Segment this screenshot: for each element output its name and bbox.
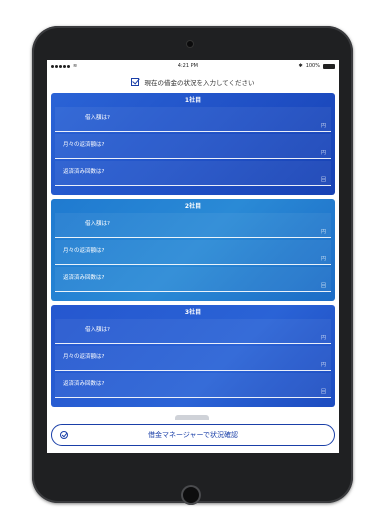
- payments-made-field[interactable]: 返済済み回数は? 回: [55, 373, 331, 398]
- field-unit: 円: [320, 335, 326, 341]
- company-card-3: 3社目 借入額は? 円 月々の返済額は? 円 返済済み回数は? 回: [51, 305, 335, 407]
- screen: ≋ 4:21 PM ✱ 100% 現在の借金の状況を入力してください 1社目 借…: [47, 60, 339, 453]
- signal-area: ≋: [51, 63, 77, 69]
- payments-made-field[interactable]: 返済済み回数は? 回: [55, 267, 331, 292]
- page-title: 現在の借金の状況を入力してください: [144, 79, 255, 87]
- field-label: 返済済み回数は?: [63, 169, 105, 175]
- field-unit: 円: [320, 123, 326, 129]
- card-title: 2社目: [184, 203, 202, 210]
- drawer-handle[interactable]: [175, 415, 209, 420]
- check-circle-icon: [60, 431, 68, 439]
- status-time: 4:21 PM: [177, 63, 198, 69]
- field-label: 借入額は?: [85, 327, 110, 333]
- field-label: 月々の返済額は?: [63, 142, 105, 148]
- loan-amount-field[interactable]: 借入額は? 円: [55, 319, 331, 344]
- monthly-payment-field[interactable]: 月々の返済額は? 円: [55, 240, 331, 265]
- card-title: 3社目: [184, 309, 202, 316]
- field-unit: 円: [320, 229, 326, 235]
- check-status-label: 借金マネージャーで状況確認: [147, 431, 239, 439]
- loan-amount-field[interactable]: 借入額は? 円: [55, 213, 331, 238]
- page-header: 現在の借金の状況を入力してください: [47, 72, 339, 92]
- loan-amount-field[interactable]: 借入額は? 円: [55, 107, 331, 132]
- field-unit: 円: [320, 256, 326, 262]
- camera: [187, 41, 193, 47]
- company-card-1: 1社目 借入額は? 円 月々の返済額は? 円 返済済み回数は? 回: [51, 93, 335, 195]
- status-bar: ≋ 4:21 PM ✱ 100%: [47, 60, 339, 72]
- battery-area: ✱ 100%: [298, 63, 335, 69]
- wifi-icon: ≋: [73, 63, 78, 69]
- field-label: 月々の返済額は?: [63, 248, 105, 254]
- bluetooth-icon: ✱: [298, 63, 303, 69]
- home-button[interactable]: [181, 485, 201, 505]
- battery-percent: 100%: [305, 63, 320, 69]
- monthly-payment-field[interactable]: 月々の返済額は? 円: [55, 134, 331, 159]
- field-unit: 回: [320, 283, 326, 289]
- check-status-button[interactable]: 借金マネージャーで状況確認: [51, 424, 335, 446]
- field-unit: 回: [320, 389, 326, 395]
- field-label: 月々の返済額は?: [63, 354, 105, 360]
- checkbox-edit-icon: [131, 78, 140, 86]
- payments-made-field[interactable]: 返済済み回数は? 回: [55, 161, 331, 186]
- card-title: 1社目: [184, 97, 202, 104]
- field-unit: 円: [320, 150, 326, 156]
- field-unit: 回: [320, 177, 326, 183]
- field-label: 返済済み回数は?: [63, 275, 105, 281]
- field-label: 借入額は?: [85, 221, 110, 227]
- field-label: 返済済み回数は?: [63, 381, 105, 387]
- company-card-2: 2社目 借入額は? 円 月々の返済額は? 円 返済済み回数は? 回: [51, 199, 335, 301]
- field-label: 借入額は?: [85, 115, 110, 121]
- field-unit: 円: [320, 362, 326, 368]
- signal-icon: [51, 64, 70, 68]
- battery-icon: [322, 63, 335, 69]
- monthly-payment-field[interactable]: 月々の返済額は? 円: [55, 346, 331, 371]
